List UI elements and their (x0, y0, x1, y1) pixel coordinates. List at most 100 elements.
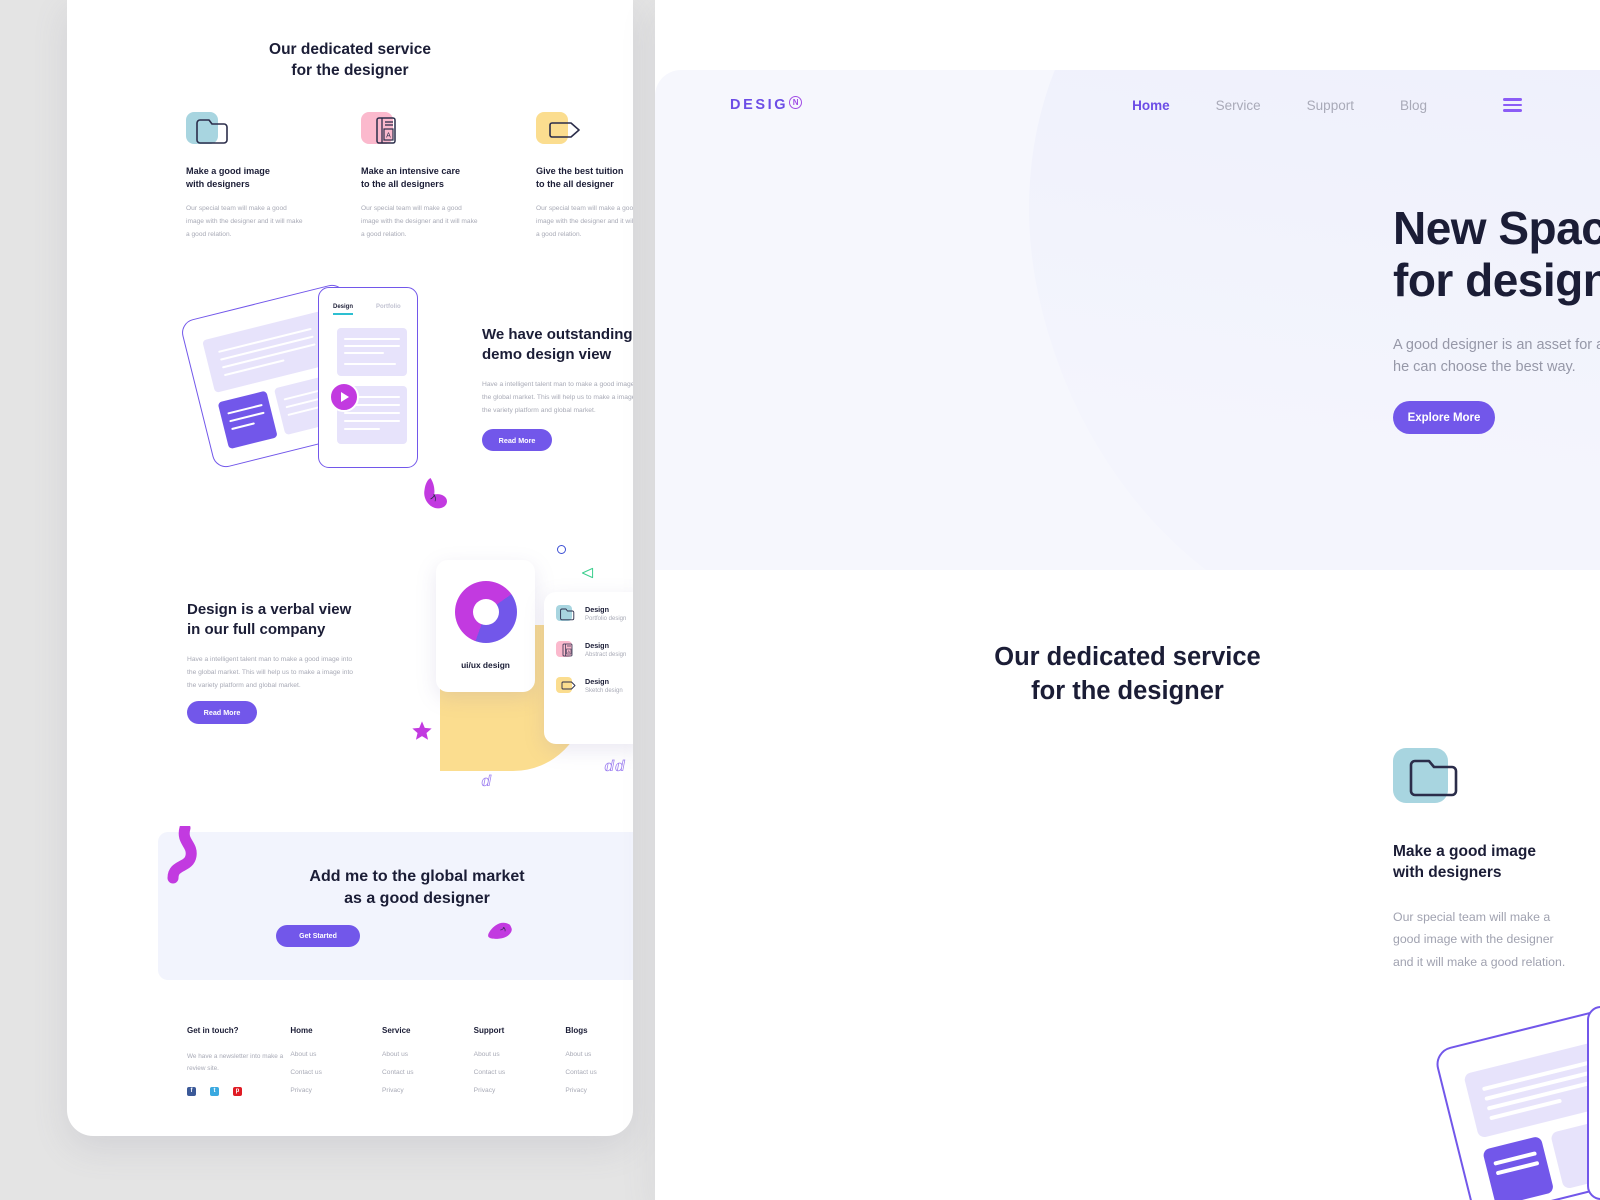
nav-item-blog[interactable]: Blog (1400, 98, 1427, 113)
footer-column-support: Support About us Contact us Privacy (474, 1026, 566, 1105)
footer-link[interactable]: Privacy (565, 1087, 633, 1094)
squiggle-decoration: ⅆⅆ (604, 758, 626, 775)
list-item[interactable]: A Design Abstract design (556, 641, 633, 659)
nav-item-home[interactable]: Home (1132, 98, 1170, 113)
footer-text: We have a newsletter into make a review … (187, 1053, 284, 1072)
services-heading-line1: Our dedicated service (994, 643, 1261, 671)
left-preview-panel: Our dedicated service for the designer M… (67, 0, 633, 1136)
left-verbal-body: Have a intelligent talent man to make a … (187, 656, 354, 690)
footer-link[interactable]: About us (565, 1051, 633, 1058)
services-heading: Our dedicated service for the designer (655, 640, 1600, 709)
book-icon: A (556, 641, 577, 659)
triangle-outline-green-icon (581, 567, 594, 579)
nav-item-service[interactable]: Service (1216, 98, 1261, 113)
left-demo-title: We have outstanding demo design view (482, 326, 633, 363)
twitter-icon[interactable]: t (210, 1086, 219, 1096)
folder-icon (186, 112, 234, 148)
nav-item-support[interactable]: Support (1307, 98, 1354, 113)
footer-link[interactable]: Privacy (474, 1087, 566, 1094)
footer-link[interactable]: About us (290, 1051, 382, 1058)
circle-outline-blue-icon (557, 545, 566, 554)
list-item-title: Design (585, 641, 609, 651)
list-item-subtitle: Abstract design (585, 651, 627, 658)
pinterest-icon[interactable]: p (233, 1086, 242, 1096)
explore-more-button[interactable]: Explore More (1393, 401, 1495, 434)
list-item[interactable]: Design Portfolio design (556, 605, 633, 623)
footer-column-service: Service About us Contact us Privacy (382, 1026, 474, 1105)
services-heading-line2: for the designer (1031, 677, 1224, 706)
footer-heading: Blogs (565, 1026, 588, 1035)
footer-column-home: Home About us Contact us Privacy (290, 1026, 382, 1105)
get-started-button[interactable]: Get Started (276, 925, 360, 947)
nav-links: Home Service Support Blog (1132, 98, 1427, 113)
donut-chart-label: ui/ux design (461, 660, 510, 670)
footer: Get in touch? We have a newsletter into … (187, 1026, 633, 1105)
footer-link[interactable]: Contact us (382, 1069, 474, 1076)
left-service-body: Our special team will make a good image … (361, 204, 478, 238)
facebook-icon[interactable]: f (187, 1086, 196, 1096)
top-navigation-bar: DESIG N Home Service Support Blog (655, 70, 1600, 140)
hand-pointer-icon (424, 478, 447, 509)
left-demo-body: Have a intelligent talent man to make a … (482, 381, 633, 415)
left-services-heading-line1: Our dedicated service (269, 41, 431, 58)
list-item-subtitle: Portfolio design (585, 615, 627, 622)
footer-heading: Service (382, 1026, 411, 1035)
hero-title: New Spacefor designer (1393, 202, 1600, 306)
brand-logo[interactable]: DESIG N (730, 96, 803, 114)
hamburger-icon[interactable] (1503, 98, 1522, 112)
left-phone-tab-underline (333, 313, 353, 315)
svg-text:A: A (386, 133, 391, 140)
svg-text:A: A (567, 650, 570, 654)
design-list-card: Design Portfolio design A Design Abstrac… (544, 592, 633, 744)
left-service-title: Give the best tuition to the all designer (536, 166, 624, 189)
list-item[interactable]: Design Sketch design (556, 677, 633, 695)
left-service-body: Our special team will make a good image … (536, 204, 633, 238)
donut-hole (473, 599, 499, 625)
right-detail-panel: DESIG N Home Service Support Blog New Spa… (655, 0, 1600, 1200)
list-item-title: Design (585, 605, 609, 615)
book-icon: A (361, 112, 409, 148)
left-demo-play-button[interactable] (329, 382, 359, 412)
bottom-demo-card-mockup (1432, 1004, 1600, 1200)
bottom-demo-phone-mockup: Design Portfolio (1587, 1006, 1600, 1200)
brand-mark-icon: N (789, 96, 803, 109)
footer-link[interactable]: Contact us (290, 1069, 382, 1076)
footer-heading: Get in touch? (187, 1026, 239, 1035)
left-phone-tab-portfolio[interactable]: Portfolio (376, 304, 401, 310)
list-item-title: Design (585, 677, 609, 687)
cta-title: Add me to the global market as a good de… (309, 868, 525, 908)
brand-name: DESIG (730, 97, 789, 113)
hand-pointer-icon (488, 922, 512, 939)
folder-icon (556, 605, 577, 623)
service-card: Make a good image with designers Our spec… (1393, 748, 1575, 974)
left-demo-read-more-button[interactable]: Read More (482, 429, 552, 451)
footer-link[interactable]: Privacy (382, 1087, 474, 1094)
left-phone-tab-design[interactable]: Design (333, 304, 353, 310)
footer-link[interactable]: About us (382, 1051, 474, 1058)
service-card-body: Our special team will make a good image … (1393, 909, 1566, 970)
hero-background-wash (967, 70, 1600, 570)
squiggle-decoration: ⅆ (481, 773, 492, 790)
footer-column-contact: Get in touch? We have a newsletter into … (187, 1026, 290, 1105)
social-links: f t p (187, 1086, 290, 1096)
folder-icon (1393, 748, 1466, 813)
left-services-grid: Make a good image with designers Our spec… (186, 112, 633, 241)
left-service-card: Give the best tuition to the all designer… (536, 112, 633, 241)
star-filled-magenta-icon (412, 721, 432, 740)
footer-link[interactable]: Contact us (474, 1069, 566, 1076)
left-service-title: Make an intensive care to the all designe… (361, 166, 461, 189)
footer-link[interactable]: About us (474, 1051, 566, 1058)
tag-icon (536, 112, 584, 148)
footer-heading: Support (473, 1026, 505, 1035)
footer-link[interactable]: Privacy (290, 1087, 382, 1094)
left-services-heading: Our dedicated service for the designer (67, 40, 633, 81)
left-verbal-title: Design is a verbal view in our full compa… (187, 601, 352, 638)
services-grid: Make a good image with designers Our spec… (1393, 748, 1600, 974)
left-service-body: Our special team will make a good image … (186, 204, 303, 238)
hero-subtitle: A good designer is an asset for a nation… (1393, 337, 1600, 376)
footer-link[interactable]: Contact us (565, 1069, 633, 1076)
left-demo-phone-mockup: Design Portfolio (318, 287, 418, 468)
left-service-card: Make a good image with designers Our spec… (186, 112, 305, 241)
left-services-heading-line2: for the designer (291, 61, 409, 79)
left-verbal-read-more-button[interactable]: Read More (187, 701, 257, 724)
